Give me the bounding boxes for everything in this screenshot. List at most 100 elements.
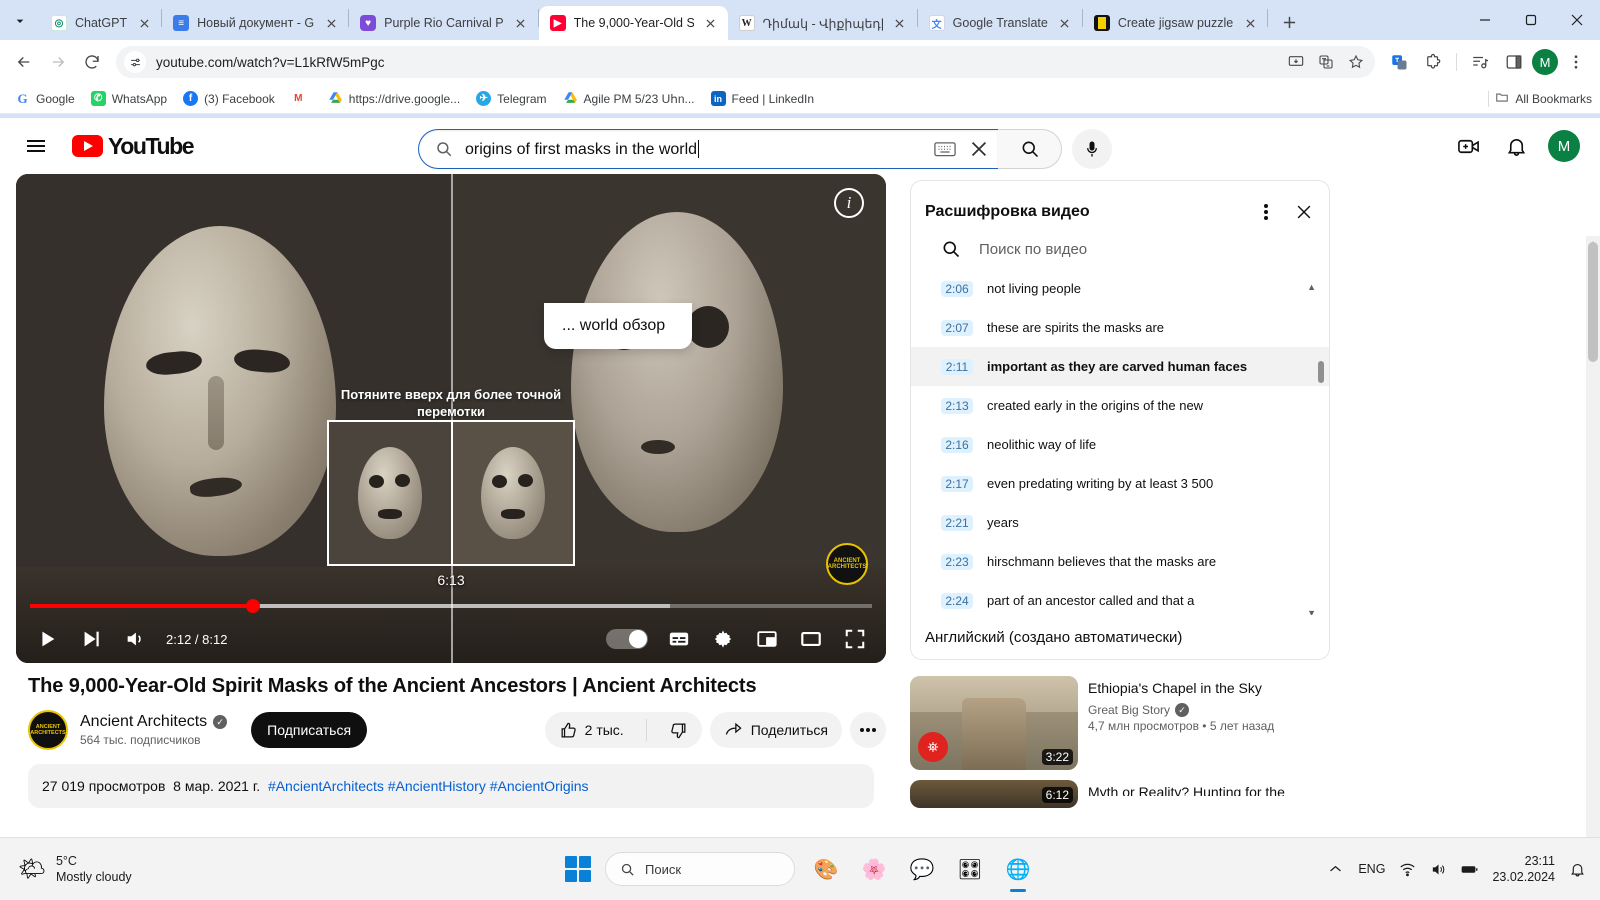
tab-wikipedia[interactable]: W Դիմակ - Վիքիպեդի [728,6,917,40]
tray-overflow-icon[interactable] [1327,861,1344,878]
translate-active-icon[interactable] [1383,46,1415,78]
transcript-language-selector[interactable]: Английский (создано автоматически) [911,615,1329,659]
transcript-scrollbar[interactable]: ▲ ▼ [1307,282,1324,618]
bookmark-facebook[interactable]: f (3) Facebook [176,88,282,109]
tab-close-icon[interactable] [702,14,720,32]
transcript-row[interactable]: 2:16 neolithic way of life [911,425,1329,464]
tab-close-icon[interactable] [1241,14,1259,32]
transcript-row[interactable]: 2:21 years [911,503,1329,542]
theater-mode-button[interactable] [792,620,830,658]
bookmark-linkedin[interactable]: in Feed | LinkedIn [704,88,822,109]
settings-gear-button[interactable] [704,620,742,658]
list-item[interactable]: ⛯ 3:22 Ethiopia's Chapel in the Sky Grea… [910,676,1330,770]
battery-icon[interactable] [1461,861,1478,878]
transcript-row[interactable]: 2:06 not living people [911,269,1329,308]
site-settings-icon[interactable] [124,51,146,73]
install-app-icon[interactable] [1283,49,1309,75]
more-actions-button[interactable] [850,712,886,748]
youtube-logo[interactable]: YouTube [72,133,195,160]
close-window-button[interactable] [1554,0,1600,40]
play-button[interactable] [28,620,66,658]
windows-start-icon[interactable] [565,856,591,882]
close-transcript-icon[interactable] [1285,193,1323,231]
extensions-icon[interactable] [1417,46,1449,78]
taskbar-app-obs-icon[interactable]: 🎛 [953,852,987,886]
side-panel-icon[interactable] [1498,46,1530,78]
bookmark-gmail[interactable]: M [284,88,319,109]
clock[interactable]: 23:11 23.02.2024 [1492,853,1555,885]
back-icon[interactable] [8,46,40,78]
notifications-bell-icon[interactable] [1569,861,1586,878]
volume-icon[interactable] [1430,861,1447,878]
taskbar-search-input[interactable]: Поиск [605,852,795,886]
miniplayer-button[interactable] [748,620,786,658]
subtitles-button[interactable] [660,620,698,658]
new-tab-button[interactable] [1274,7,1304,37]
transcript-search-input[interactable]: Поиск по видео [911,231,1329,269]
like-button[interactable]: 2 тыс. [545,712,638,748]
translate-icon[interactable] [1313,49,1339,75]
channel-watermark-icon[interactable]: ANCIENT ARCHITECTS [826,543,868,585]
video-info-icon[interactable]: i [834,188,864,218]
bookmark-google[interactable]: G Google [8,88,82,109]
channel-name-row[interactable]: Ancient Architects ✓ [80,713,228,731]
page-scroll-thumb[interactable] [1588,242,1598,362]
transcript-row-active[interactable]: 2:11 important as they are carved human … [911,347,1329,386]
tab-close-icon[interactable] [891,14,909,32]
list-item[interactable]: 6:12 Myth or Reality? Hunting for the [910,780,1330,808]
tab-chatgpt[interactable]: ◎ ChatGPT [40,6,161,40]
reload-icon[interactable] [76,46,108,78]
create-video-icon[interactable] [1448,126,1488,166]
transcript-scroll-thumb[interactable] [1318,361,1324,383]
progress-track[interactable] [30,599,872,613]
bookmark-google-drive[interactable]: https://drive.google... [321,88,467,109]
search-input[interactable]: origins of first masks in the world [418,129,998,169]
progress-bar[interactable] [16,599,886,613]
wifi-icon[interactable] [1399,861,1416,878]
subscribe-button[interactable]: Подписаться [251,712,368,748]
avatar[interactable]: ANCIENT ARCHITECTS [28,710,68,750]
transcript-row[interactable]: 2:07 these are spirits the masks are [911,308,1329,347]
bookmark-star-icon[interactable] [1343,49,1369,75]
fullscreen-button[interactable] [836,620,874,658]
tab-youtube-active[interactable]: ▶ The 9,000-Year-Old S [538,6,728,40]
next-video-button[interactable] [72,620,110,658]
guide-menu-icon[interactable] [16,126,56,166]
tab-close-icon[interactable] [322,14,340,32]
search-suggestion-item[interactable]: ... world обзор [544,303,692,349]
autoplay-toggle[interactable] [606,629,648,649]
clear-search-icon[interactable] [968,138,990,160]
taskbar-app-chrome-icon[interactable]: 🌐 [1001,852,1035,886]
address-bar[interactable]: youtube.com/watch?v=L1kRfW5mPgc [116,46,1375,78]
taskbar-app-photos-icon[interactable]: 🌸 [857,852,891,886]
maximize-button[interactable] [1508,0,1554,40]
voice-search-button[interactable] [1072,129,1112,169]
dislike-button[interactable] [655,712,702,748]
chrome-menu-icon[interactable] [1560,46,1592,78]
tab-google-translate[interactable]: 文 Google Translate [918,6,1082,40]
tab-search-dropdown-icon[interactable] [6,7,34,35]
all-bookmarks-entry[interactable]: All Bookmarks [1488,90,1592,107]
weather-widget[interactable]: 🌤 5°C Mostly cloudy [0,853,132,885]
tab-create-jigsaw-puzzle[interactable]: Create jigsaw puzzle [1083,6,1267,40]
page-scrollbar[interactable]: ▲ ▼ [1586,236,1600,838]
progress-handle[interactable] [246,599,261,613]
forward-icon[interactable] [42,46,74,78]
video-player[interactable]: i Потяните вверх для более точной перемо… [16,174,886,663]
tab-purple-rio-carnival[interactable]: ♥ Purple Rio Carnival P [349,6,538,40]
bookmark-telegram[interactable]: ✈ Telegram [469,88,553,109]
tab-google-docs[interactable]: ≡ Новый документ - G [162,6,348,40]
scroll-up-icon[interactable]: ▲ [1307,282,1316,292]
minimize-button[interactable] [1462,0,1508,40]
share-button[interactable]: Поделиться [709,712,842,748]
taskbar-app-chat-icon[interactable]: 💬 [905,852,939,886]
transcript-row[interactable]: 2:23 hirschmann believes that the masks … [911,542,1329,581]
tab-close-icon[interactable] [135,14,153,32]
profile-avatar[interactable]: M [1532,49,1558,75]
transcript-more-options-icon[interactable] [1247,193,1285,231]
language-indicator[interactable]: ENG [1358,862,1385,876]
media-playlist-icon[interactable] [1464,46,1496,78]
bookmark-agile-pm[interactable]: Agile PM 5/23 Uհn... [556,88,702,109]
video-description-box[interactable]: 27 019 просмотров 8 мар. 2021 г. #Ancien… [28,764,874,808]
taskbar-app-paint3d-icon[interactable]: 🎨 [809,852,843,886]
